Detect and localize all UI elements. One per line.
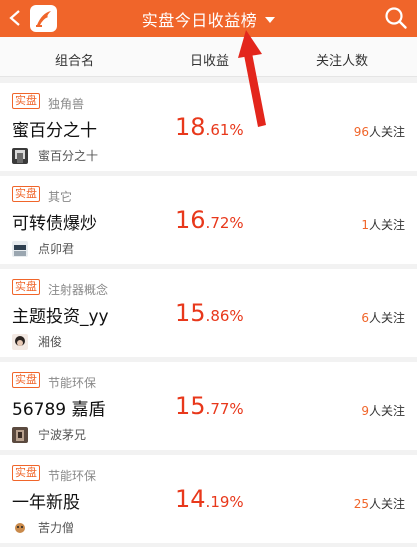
list-item[interactable]: 实盘 节能环保 一年新股 苦力僧 14.19% 25人关注: [0, 455, 417, 543]
category-label: 注射器概念: [48, 283, 109, 297]
portfolio-list: 实盘 独角兽 蜜百分之十 蜜百分之十 18.61% 96人关注 实盘 其它 可转…: [0, 77, 417, 543]
category-label: 节能环保: [48, 376, 97, 390]
follower-count: 9人关注: [361, 404, 405, 418]
category-label: 其它: [48, 190, 73, 204]
list-item[interactable]: 实盘 注射器概念 主题投资_yy 湘俊 15.86% 6人关注: [0, 269, 417, 357]
column-header-yield[interactable]: 日收益: [190, 50, 229, 69]
avatar: [12, 147, 28, 164]
follower-count: 25人关注: [353, 497, 405, 511]
column-header: 组合名 日收益 关注人数: [0, 37, 417, 77]
portfolio-name: 主题投资_yy: [12, 307, 109, 327]
page-title: 实盘今日收益榜: [141, 10, 258, 30]
list-item[interactable]: 实盘 节能环保 56789 嘉盾 宁波茅兄 15.77% 9人关注: [0, 362, 417, 450]
owner[interactable]: 点卯君: [12, 240, 74, 257]
portfolio-name: 一年新股: [12, 493, 80, 513]
owner[interactable]: 蜜百分之十: [12, 147, 98, 164]
top-bar: 实盘今日收益榜: [0, 0, 417, 37]
owner[interactable]: 湘俊: [12, 333, 62, 350]
owner[interactable]: 宁波茅兄: [12, 426, 86, 443]
chevron-down-icon: [265, 16, 276, 23]
real-badge: 实盘: [12, 186, 40, 202]
daily-yield: 16.72%: [175, 206, 244, 234]
avatar: [12, 519, 28, 536]
column-header-name[interactable]: 组合名: [55, 50, 94, 69]
real-badge: 实盘: [12, 465, 40, 481]
owner-name: 点卯君: [38, 242, 75, 256]
follower-count: 96人关注: [353, 125, 405, 139]
owner-name: 蜜百分之十: [38, 149, 99, 163]
column-header-followers[interactable]: 关注人数: [316, 50, 368, 69]
avatar: [12, 426, 28, 443]
owner-name: 湘俊: [38, 335, 63, 349]
category-label: 节能环保: [48, 469, 97, 483]
daily-yield: 15.86%: [175, 299, 244, 327]
search-icon[interactable]: [384, 6, 408, 30]
owner[interactable]: 苦力僧: [12, 519, 74, 536]
daily-yield: 14.19%: [175, 485, 244, 513]
list-item[interactable]: 实盘 独角兽 蜜百分之十 蜜百分之十 18.61% 96人关注: [0, 83, 417, 171]
portfolio-name: 56789 嘉盾: [12, 400, 106, 420]
daily-yield: 15.77%: [175, 392, 244, 420]
category-label: 独角兽: [48, 97, 85, 111]
follower-count: 1人关注: [361, 218, 405, 232]
title-dropdown[interactable]: 实盘今日收益榜: [0, 0, 417, 37]
list-item[interactable]: 实盘 其它 可转债爆炒 点卯君 16.72% 1人关注: [0, 176, 417, 264]
avatar: [12, 240, 28, 257]
portfolio-name: 蜜百分之十: [12, 121, 97, 141]
avatar: [12, 333, 28, 350]
follower-count: 6人关注: [361, 311, 405, 325]
owner-name: 苦力僧: [38, 521, 75, 535]
owner-name: 宁波茅兄: [38, 428, 87, 442]
real-badge: 实盘: [12, 279, 40, 295]
real-badge: 实盘: [12, 93, 40, 109]
portfolio-name: 可转债爆炒: [12, 214, 97, 234]
real-badge: 实盘: [12, 372, 40, 388]
daily-yield: 18.61%: [175, 113, 244, 141]
